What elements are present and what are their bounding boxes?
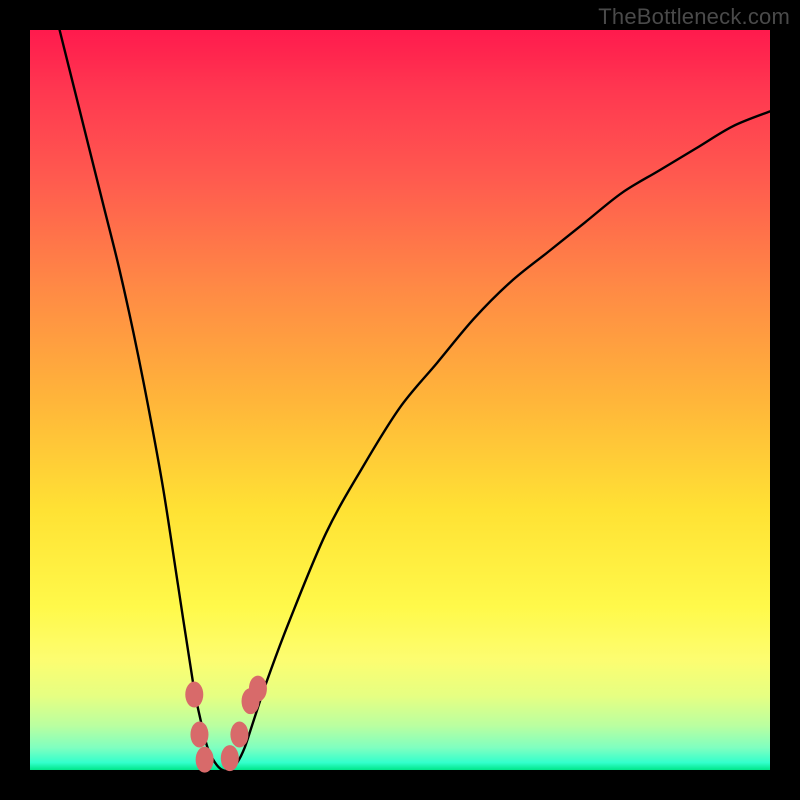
- curve-marker: [221, 745, 239, 771]
- curve-marker: [185, 682, 203, 708]
- curve-marker: [196, 747, 214, 773]
- curve-marker: [249, 676, 267, 702]
- watermark-text: TheBottleneck.com: [598, 4, 790, 30]
- marker-group: [185, 676, 267, 773]
- curve-marker: [190, 721, 208, 747]
- bottleneck-chart: [30, 30, 770, 770]
- curve-marker: [230, 721, 248, 747]
- bottleneck-curve: [60, 30, 770, 771]
- chart-plot-area: [30, 30, 770, 770]
